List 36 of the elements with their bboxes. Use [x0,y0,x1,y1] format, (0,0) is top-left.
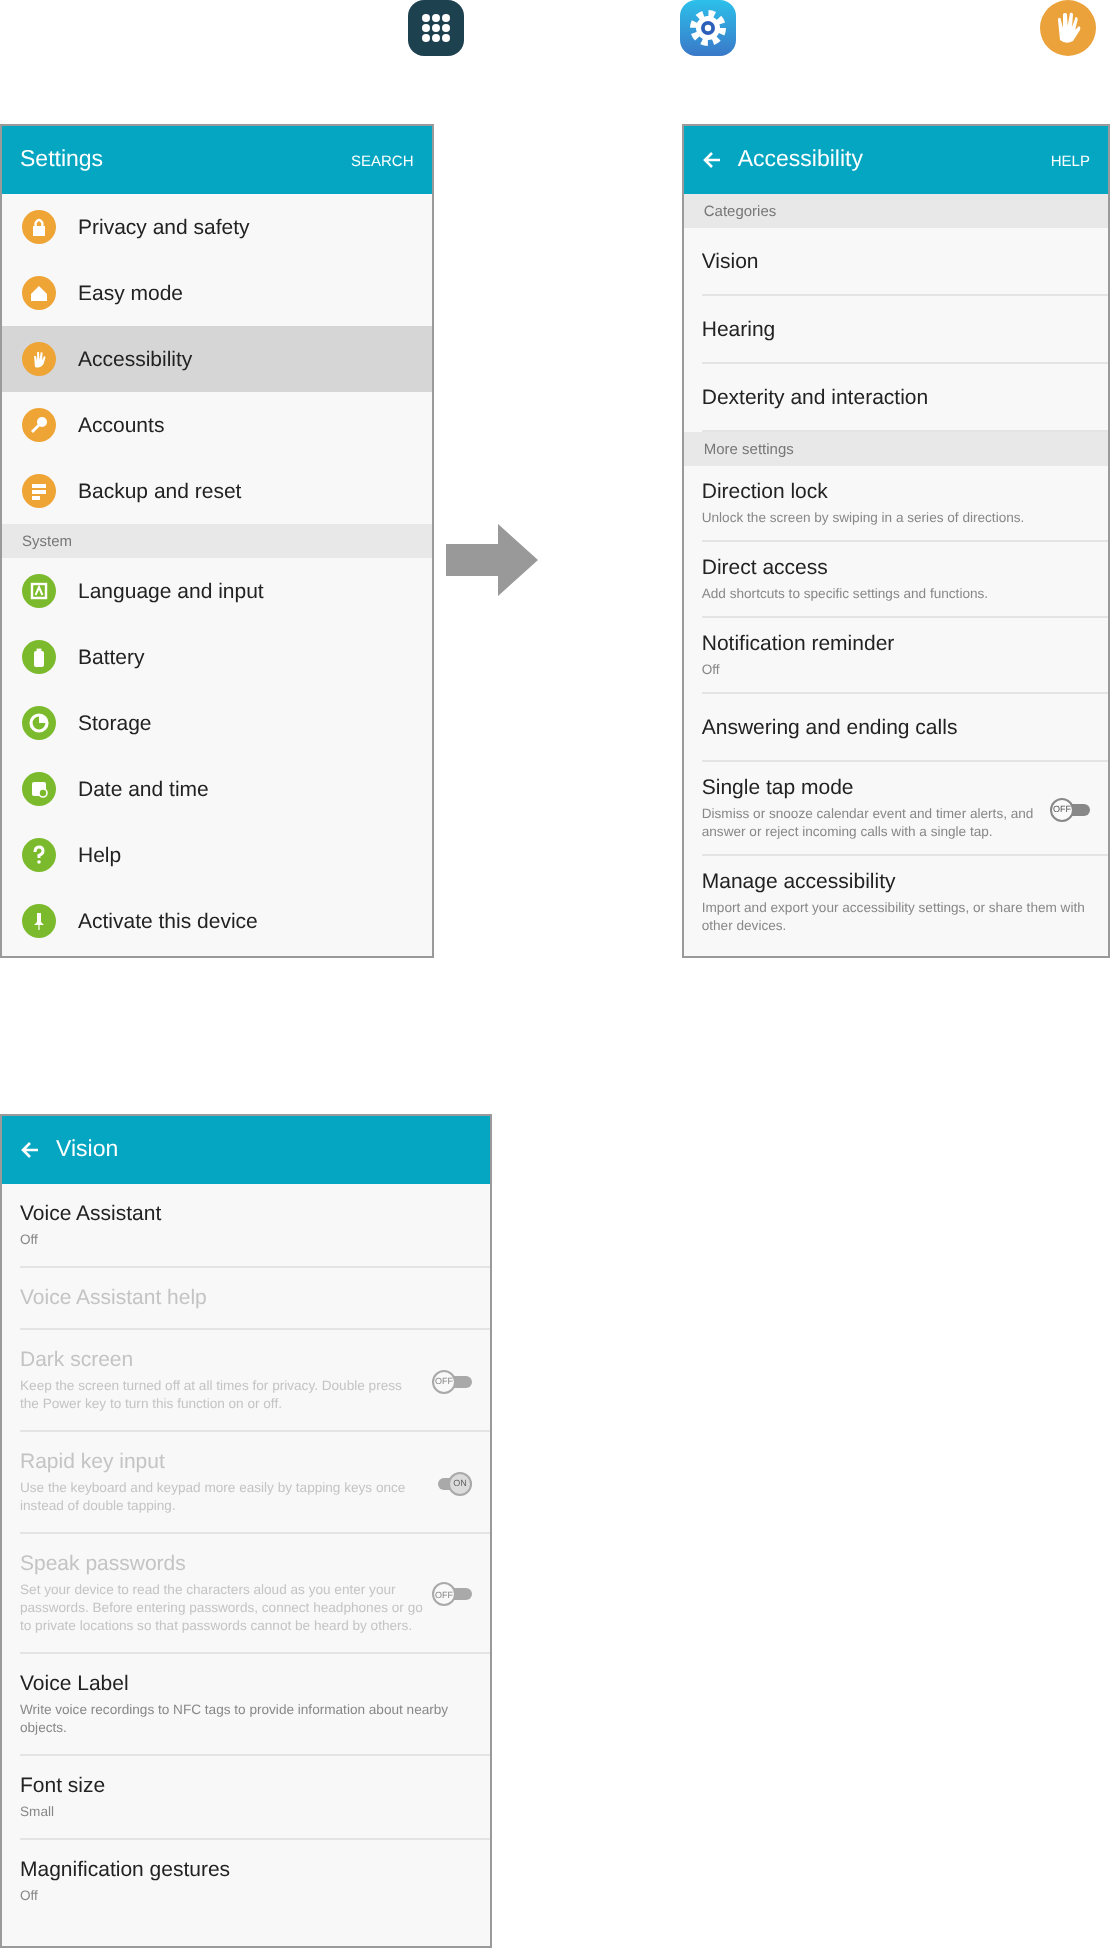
settings-item[interactable]: Help [2,822,432,888]
list-item[interactable]: Vision [701,228,1108,296]
item-title: Direct access [701,556,830,582]
settings-item[interactable]: Privacy and safety [2,194,432,260]
settings-icon[interactable] [680,0,736,56]
item-title: Direction lock [701,480,830,506]
settings-item[interactable]: Language and input [2,558,432,624]
item-title: Single tap mode [701,776,856,802]
item-title: Voice Label [20,1672,131,1698]
screen-title: Vision [56,1138,121,1162]
item-title: Magnification gestures [20,1858,233,1884]
item-title: Hearing [701,317,778,343]
settings-item[interactable]: Battery [2,624,432,690]
back-icon[interactable] [20,1140,40,1160]
item-title: Voice Assistant [20,1202,164,1228]
item-title: Answering and ending calls [701,715,960,741]
settings-item[interactable]: Storage [2,690,432,756]
screen-title: Accessibility [737,148,865,172]
list-item[interactable]: Hearing [701,296,1108,364]
item-title: Vision [701,249,761,275]
item-title: Dexterity and interaction [701,385,931,411]
settings-item[interactable]: Accounts [2,392,432,458]
settings-item[interactable]: Date and time [2,756,432,822]
arrow-icon [445,524,538,596]
settings-item[interactable]: Easy mode [2,260,432,326]
item-title: Notification reminder [701,632,897,658]
settings-item[interactable]: Accessibility [2,326,432,392]
settings-item[interactable]: Activate this device [2,888,432,954]
hand-icon[interactable] [1040,0,1096,56]
item-title: Manage accessibility [701,870,898,896]
item-title: Font size [20,1774,108,1800]
list-item[interactable]: Answering and ending calls [701,694,1108,762]
apps-icon[interactable] [408,0,464,56]
back-icon[interactable] [701,150,722,170]
screen-title: Settings [20,148,106,172]
settings-item[interactable]: Backup and reset [2,458,432,524]
